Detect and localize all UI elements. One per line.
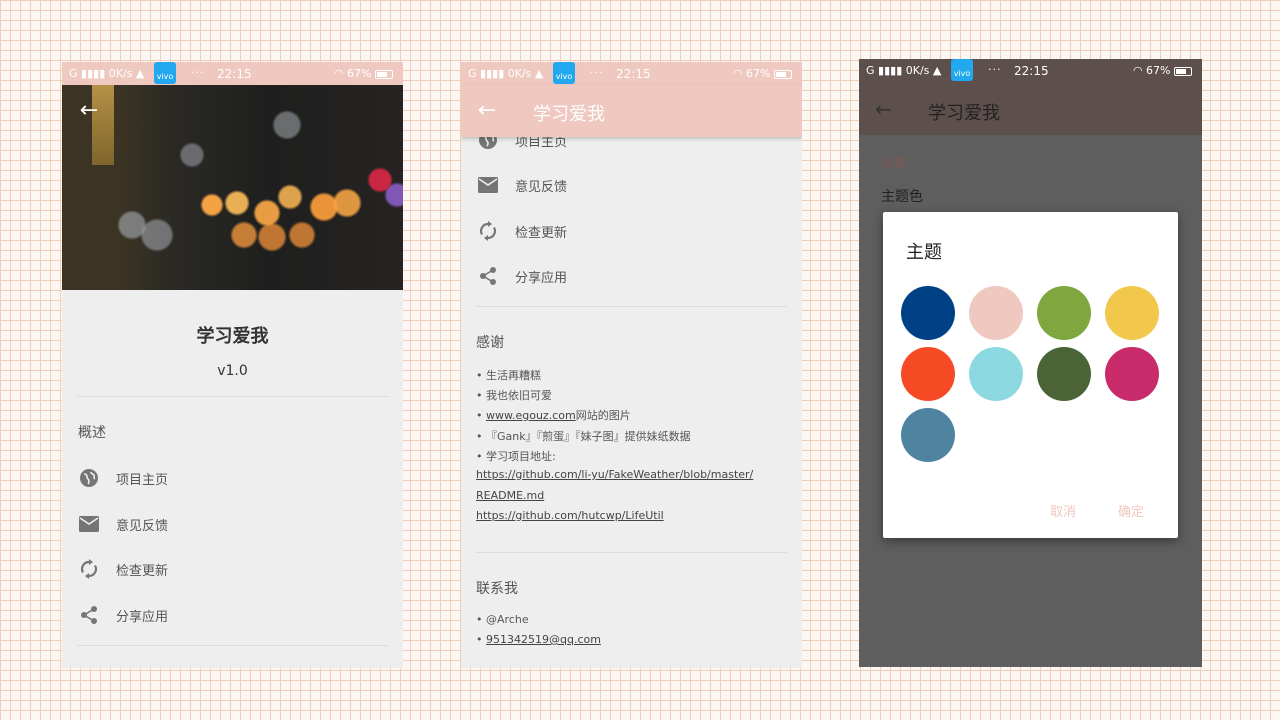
- github-link-fakeweather[interactable]: https://github.com/li-yu/FakeWeather/blo…: [476, 468, 753, 481]
- divider: [77, 396, 388, 397]
- status-time: 22:15: [616, 67, 651, 81]
- github-link-readme[interactable]: README.md: [476, 489, 544, 502]
- share-icon: [78, 604, 100, 626]
- divider: [476, 552, 787, 553]
- color-swatch[interactable]: [1105, 286, 1159, 340]
- item-homepage[interactable]: 项目主页: [78, 466, 168, 490]
- more-dots-icon: ···: [988, 63, 1002, 76]
- overview-title: 概述: [78, 425, 106, 441]
- vivo-store-icon: vivo: [951, 59, 973, 81]
- theme-color-label: 主题色: [881, 189, 923, 205]
- item-check-update[interactable]: 检查更新: [477, 219, 567, 243]
- settings-label: 设置: [881, 156, 908, 171]
- back-arrow-icon[interactable]: ←: [475, 99, 499, 123]
- battery-icon: [375, 69, 393, 79]
- divider: [77, 645, 388, 646]
- thanks-item: • www.egouz.com网站的图片: [476, 409, 631, 422]
- more-dots-icon: ···: [590, 66, 604, 79]
- color-swatch[interactable]: [901, 347, 955, 401]
- status-time: 22:15: [217, 67, 252, 81]
- sync-icon: [78, 558, 100, 580]
- network-indicator: G: [866, 64, 875, 77]
- dialog-title: 主题: [906, 242, 942, 263]
- toolbar-title: 学习爱我: [928, 103, 1000, 124]
- color-swatch[interactable]: [901, 408, 955, 462]
- app-name: 学习爱我: [196, 326, 269, 347]
- status-bar: G ▮▮▮▮ 0K/s ▲ vivo ··· 22:15 ◠ 67%: [859, 59, 1202, 82]
- mail-icon: [477, 174, 499, 196]
- item-feedback[interactable]: 意见反馈: [78, 512, 168, 536]
- email-link[interactable]: 951342519@qq.com: [486, 633, 601, 646]
- status-bar: G ▮▮▮▮ 0K/s ▲ vivo ··· 22:15 ◠ 67%: [62, 62, 403, 85]
- wifi-icon: ◠: [333, 67, 344, 80]
- item-feedback[interactable]: 意见反馈: [477, 173, 567, 197]
- color-swatch[interactable]: [969, 286, 1023, 340]
- item-check-update[interactable]: 检查更新: [78, 557, 168, 581]
- toolbar: [859, 82, 1202, 135]
- vivo-store-icon: vivo: [154, 62, 176, 84]
- theme-dialog: 主题 取消 确定: [883, 212, 1178, 538]
- network-indicator: G: [69, 67, 78, 80]
- item-share[interactable]: 分享应用: [477, 264, 567, 288]
- theme-dialog-screen: G ▮▮▮▮ 0K/s ▲ vivo ··· 22:15 ◠ 67% ← 学习爱…: [859, 59, 1202, 667]
- divider: [476, 306, 787, 307]
- net-speed: 0K/s: [905, 64, 930, 77]
- wifi-icon: ◠: [1132, 64, 1143, 77]
- contact-item: • 951342519@qq.com: [476, 633, 601, 646]
- globe-icon: [78, 467, 100, 489]
- thanks-item: • 学习项目地址:: [476, 450, 556, 463]
- color-swatch[interactable]: [901, 286, 955, 340]
- mail-icon: [78, 513, 100, 535]
- back-arrow-icon[interactable]: ←: [77, 99, 101, 123]
- egouz-link[interactable]: www.egouz.com: [486, 409, 576, 422]
- thanks-title: 感谢: [476, 335, 504, 351]
- toolbar-title: 学习爱我: [533, 104, 605, 125]
- network-indicator: G: [468, 67, 477, 80]
- share-icon: [477, 265, 499, 287]
- more-dots-icon: ···: [191, 66, 205, 79]
- color-swatch[interactable]: [1037, 347, 1091, 401]
- battery-percent: 67%: [1146, 64, 1171, 77]
- contact-item: • @Arche: [476, 613, 529, 626]
- net-speed: 0K/s: [507, 67, 532, 80]
- color-swatch[interactable]: [1105, 347, 1159, 401]
- vivo-store-icon: vivo: [553, 62, 575, 84]
- thanks-item: • 我也依旧可爱: [476, 389, 552, 402]
- battery-icon: [1174, 66, 1192, 76]
- color-swatch[interactable]: [969, 347, 1023, 401]
- color-swatch[interactable]: [1037, 286, 1091, 340]
- wifi-icon: ◠: [732, 67, 743, 80]
- about-screen: G ▮▮▮▮ 0K/s ▲ vivo ··· 22:15 ◠ 67% ← 学习爱…: [62, 62, 403, 668]
- battery-percent: 67%: [746, 67, 771, 80]
- back-arrow-icon[interactable]: ←: [875, 97, 892, 121]
- thanks-item: • 『Gank』『煎蛋』『妹子图』提供妹纸数据: [476, 430, 691, 443]
- net-speed: 0K/s: [108, 67, 133, 80]
- confirm-button[interactable]: 确定: [1118, 501, 1144, 520]
- about-scrolled-screen: G ▮▮▮▮ 0K/s ▲ vivo ··· 22:15 ◠ 67% 项目主页 …: [461, 62, 802, 668]
- contact-title: 联系我: [476, 581, 518, 597]
- item-share[interactable]: 分享应用: [78, 603, 168, 627]
- github-link-lifeutil[interactable]: https://github.com/hutcwp/LifeUtil: [476, 509, 664, 522]
- battery-percent: 67%: [347, 67, 372, 80]
- sync-icon: [477, 220, 499, 242]
- app-version: v1.0: [217, 363, 248, 379]
- toolbar: ← 学习爱我: [461, 85, 802, 137]
- header-image: [62, 85, 403, 290]
- status-bar: G ▮▮▮▮ 0K/s ▲ vivo ··· 22:15 ◠ 67%: [461, 62, 802, 85]
- cancel-button[interactable]: 取消: [1050, 501, 1076, 520]
- status-time: 22:15: [1014, 64, 1049, 78]
- thanks-item: • 生活再糟糕: [476, 369, 541, 382]
- battery-icon: [774, 69, 792, 79]
